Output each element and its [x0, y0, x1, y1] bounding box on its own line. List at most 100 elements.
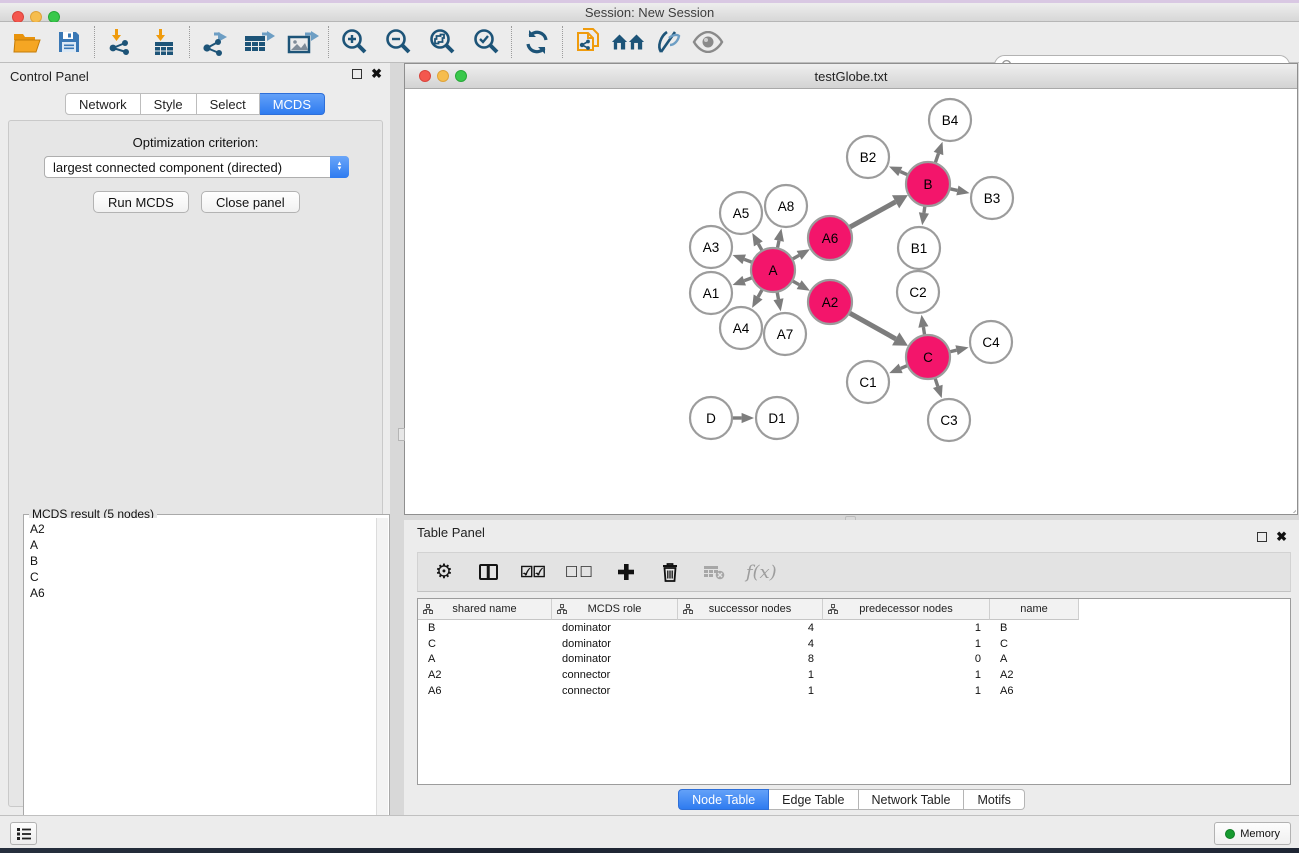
edge-C-C2[interactable]: [923, 327, 924, 335]
edge-A-A2[interactable]: [792, 281, 799, 285]
node-table[interactable]: shared nameMCDS rolesuccessor nodesprede…: [417, 598, 1291, 785]
zoom-out-icon[interactable]: [381, 25, 415, 59]
edge-A-A5[interactable]: [758, 244, 762, 251]
close-panel-button[interactable]: Close panel: [201, 191, 300, 213]
eye-icon[interactable]: [691, 25, 725, 59]
edge-A-A4[interactable]: [758, 289, 762, 297]
edge-A-A6[interactable]: [792, 255, 799, 259]
column-header-MCDS-role[interactable]: MCDS role: [552, 599, 678, 620]
network-canvas[interactable]: B4B2BB3A8A5A6A3B1AA1C2A2A4A7C4CC1C3DD1: [405, 89, 1297, 514]
cell-shared-name[interactable]: C: [418, 638, 552, 650]
cell-shared-name[interactable]: A6: [418, 685, 552, 697]
memory-button[interactable]: Memory: [1214, 822, 1291, 845]
criterion-select[interactable]: largest connected component (directed) ▲…: [44, 156, 349, 178]
cell-name[interactable]: A6: [990, 685, 1079, 697]
save-icon[interactable]: [52, 25, 86, 59]
table-row[interactable]: Cdominator41C: [418, 636, 1290, 652]
cell-MCDS-role[interactable]: dominator: [552, 622, 678, 634]
tab-edge-table[interactable]: Edge Table: [769, 789, 858, 810]
task-history-button[interactable]: [10, 822, 37, 845]
deselect-all-icon[interactable]: ☐☐: [565, 559, 594, 585]
zoom-in-icon[interactable]: [337, 25, 371, 59]
float-panel-icon[interactable]: [352, 69, 362, 79]
cell-successor-nodes[interactable]: 4: [678, 622, 823, 634]
network-graph[interactable]: B4B2BB3A8A5A6A3B1AA1C2A2A4A7C4CC1C3DD1: [405, 89, 1297, 514]
cell-name[interactable]: C: [990, 638, 1079, 650]
edge-A-A1[interactable]: [744, 278, 752, 281]
cell-MCDS-role[interactable]: dominator: [552, 638, 678, 650]
column-header-name[interactable]: name: [990, 599, 1079, 620]
cell-successor-nodes[interactable]: 1: [678, 685, 823, 697]
network-zoom-traffic-light[interactable]: [455, 70, 467, 82]
mcds-result-item[interactable]: B: [30, 553, 377, 569]
import-network-icon[interactable]: [103, 25, 137, 59]
import-table-icon[interactable]: [147, 25, 181, 59]
edge-A6-B[interactable]: [849, 202, 895, 228]
tab-network-table[interactable]: Network Table: [859, 789, 965, 810]
clipboard-network-icon[interactable]: [571, 25, 605, 59]
cell-predecessor-nodes[interactable]: 1: [823, 638, 990, 650]
export-image-icon[interactable]: [286, 25, 320, 59]
table-row[interactable]: A2connector11A2: [418, 667, 1290, 683]
table-row[interactable]: Bdominator41B: [418, 620, 1290, 636]
export-table-icon[interactable]: [242, 25, 276, 59]
table-row[interactable]: A6connector11A6: [418, 683, 1290, 699]
mcds-result-scrollbar[interactable]: [376, 518, 388, 851]
network-close-traffic-light[interactable]: [419, 70, 431, 82]
brush-slash-icon[interactable]: [651, 25, 685, 59]
resize-grip[interactable]: [1284, 501, 1296, 513]
edge-B-B4[interactable]: [935, 153, 938, 163]
select-all-icon[interactable]: ☑☑: [520, 559, 545, 585]
tab-node-table[interactable]: Node Table: [678, 789, 769, 810]
column-header-successor-nodes[interactable]: successor nodes: [678, 599, 823, 620]
network-window-titlebar[interactable]: testGlobe.txt: [405, 64, 1297, 89]
cell-MCDS-role[interactable]: dominator: [552, 653, 678, 665]
cell-predecessor-nodes[interactable]: 0: [823, 653, 990, 665]
column-header-shared-name[interactable]: shared name: [418, 599, 552, 620]
edge-A2-C[interactable]: [849, 313, 896, 339]
cell-predecessor-nodes[interactable]: 1: [823, 685, 990, 697]
cell-successor-nodes[interactable]: 1: [678, 669, 823, 681]
cell-name[interactable]: A2: [990, 669, 1079, 681]
edge-A-A3[interactable]: [744, 259, 752, 262]
close-panel-icon[interactable]: ✖: [371, 69, 382, 79]
homes-icon[interactable]: [611, 25, 645, 59]
cell-predecessor-nodes[interactable]: 1: [823, 669, 990, 681]
zoom-fit-icon[interactable]: [425, 25, 459, 59]
edge-B-B2[interactable]: [900, 172, 908, 175]
cell-predecessor-nodes[interactable]: 1: [823, 622, 990, 634]
mcds-result-item[interactable]: A2: [30, 521, 377, 537]
column-header-predecessor-nodes[interactable]: predecessor nodes: [823, 599, 990, 620]
edge-B-B3[interactable]: [949, 189, 957, 191]
tab-motifs[interactable]: Motifs: [964, 789, 1024, 810]
edge-A-A8[interactable]: [777, 241, 779, 249]
delete-column-icon[interactable]: [658, 559, 682, 585]
function-builder-icon[interactable]: f(x): [746, 559, 777, 585]
cell-successor-nodes[interactable]: 8: [678, 653, 823, 665]
tab-select[interactable]: Select: [197, 93, 260, 115]
float-table-panel-icon[interactable]: [1257, 532, 1267, 542]
mcds-result-list[interactable]: A2ABCA6: [25, 518, 377, 851]
run-mcds-button[interactable]: Run MCDS: [93, 191, 189, 213]
splitter-handle-left[interactable]: [398, 428, 405, 441]
close-table-panel-icon[interactable]: ✖: [1276, 532, 1287, 542]
table-row[interactable]: Adominator80A: [418, 651, 1290, 667]
cell-MCDS-role[interactable]: connector: [552, 685, 678, 697]
cell-name[interactable]: B: [990, 622, 1079, 634]
cell-shared-name[interactable]: B: [418, 622, 552, 634]
refresh-icon[interactable]: [520, 25, 554, 59]
cell-shared-name[interactable]: A2: [418, 669, 552, 681]
mcds-result-item[interactable]: A: [30, 537, 377, 553]
cell-MCDS-role[interactable]: connector: [552, 669, 678, 681]
export-network-icon[interactable]: [198, 25, 232, 59]
tab-network[interactable]: Network: [65, 93, 141, 115]
mcds-result-item[interactable]: A6: [30, 585, 377, 601]
cell-name[interactable]: A: [990, 653, 1079, 665]
tab-style[interactable]: Style: [141, 93, 197, 115]
cell-successor-nodes[interactable]: 4: [678, 638, 823, 650]
edge-C-C3[interactable]: [935, 378, 938, 387]
tab-mcds[interactable]: MCDS: [260, 93, 325, 115]
edge-C-C4[interactable]: [949, 350, 956, 352]
add-column-icon[interactable]: [614, 559, 638, 585]
mcds-result-item[interactable]: C: [30, 569, 377, 585]
